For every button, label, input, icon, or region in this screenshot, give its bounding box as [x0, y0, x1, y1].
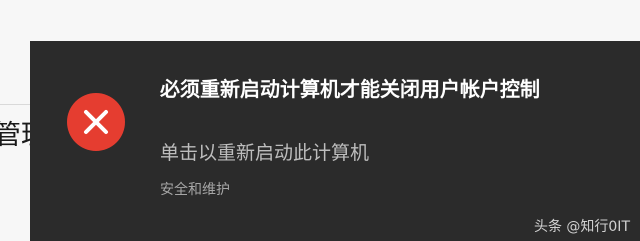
- notification-title: 必须重新启动计算机才能关闭用户帐户控制: [160, 77, 540, 101]
- notification-source: 安全和维护: [160, 182, 230, 198]
- notification-message[interactable]: 单击以重新启动此计算机: [160, 139, 600, 167]
- watermark: 头条 @知行0IT: [533, 219, 630, 235]
- error-x-icon: [67, 93, 125, 151]
- screen: 管理 必须重新启动计算机才能关闭用户帐户控制 单击以重新启动此计算机 安全和维护…: [0, 0, 640, 241]
- restart-notification-toast[interactable]: 必须重新启动计算机才能关闭用户帐户控制 单击以重新启动此计算机 安全和维护: [30, 41, 640, 241]
